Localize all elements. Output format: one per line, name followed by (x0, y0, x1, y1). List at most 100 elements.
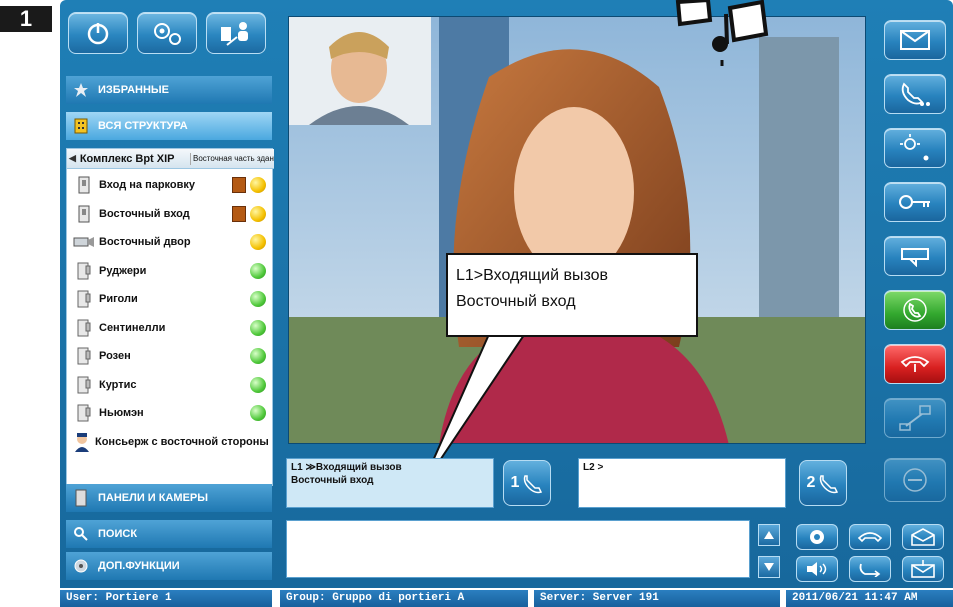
handset-icon (820, 475, 839, 494)
status-indicator (250, 177, 266, 193)
monitor-button[interactable] (884, 236, 946, 276)
redial-icon (859, 563, 881, 577)
line2-number: 2 (806, 474, 816, 491)
camera-call-icon (901, 248, 929, 267)
volume-button[interactable] (796, 556, 838, 582)
line1-display[interactable]: L1 ≫Входящий вызов Восточный вход (286, 458, 494, 508)
status-group: Group: Gruppo di portieri A (280, 590, 528, 607)
tooltip-line-1: L1>Входящий вызов (456, 267, 609, 284)
list-item[interactable]: Консьерж с восточной стороны (67, 428, 274, 456)
message-area[interactable] (286, 520, 750, 578)
line2-answer-button[interactable]: 2 (799, 460, 847, 506)
apartment-icon (73, 288, 95, 310)
gear-icon (154, 23, 181, 45)
hold-button[interactable] (849, 524, 891, 550)
transfer-button[interactable] (884, 398, 946, 438)
line1-number: 1 (510, 474, 520, 491)
answer-call-button[interactable] (884, 290, 946, 330)
door-panel-icon (73, 203, 95, 225)
back-arrow-icon[interactable]: ◀ (67, 153, 78, 164)
list-item-label: Куртис (99, 378, 137, 391)
mail-read-button[interactable] (902, 524, 944, 550)
handset-down-icon (857, 532, 883, 543)
door-panel-icon (73, 174, 95, 196)
tooltip-line-2: Восточный вход (456, 293, 576, 310)
step-badge: 1 (0, 6, 52, 32)
hangup-call-button[interactable] (884, 344, 946, 384)
arrow-down-icon (764, 563, 774, 571)
redial-button[interactable] (849, 556, 891, 582)
door-icon[interactable] (232, 177, 246, 193)
light-icon (900, 134, 929, 161)
concierge-icon (73, 431, 91, 453)
list-item-label: Консьерж с восточной стороны (95, 435, 269, 448)
functions-icon (72, 557, 90, 575)
favorites-section[interactable]: ИЗБРАННЫЕ (66, 76, 272, 104)
scroll-down-button[interactable] (758, 556, 780, 578)
door-icon[interactable] (232, 205, 246, 222)
apartment-icon (73, 345, 95, 367)
status-user: User: Portiere 1 (60, 590, 272, 607)
apartment-icon (73, 260, 95, 282)
power-icon (87, 23, 109, 45)
list-item[interactable]: Восточный двор (67, 228, 274, 256)
list-item-label: Ньюмэн (99, 407, 144, 419)
status-indicator (250, 348, 266, 364)
breadcrumb: ◀ Комплекс Bpt XIP Восточная часть здани… (67, 149, 274, 169)
status-indicator (250, 376, 266, 393)
list-item-label: Восточный двор (99, 236, 191, 248)
line2-display[interactable]: L2 > (578, 458, 786, 508)
power-button[interactable] (68, 12, 128, 54)
mail-send-button[interactable] (902, 556, 944, 582)
call-forward-button[interactable] (884, 74, 946, 114)
search-section[interactable]: ПОИСК (66, 520, 272, 548)
list-item[interactable]: Куртис (67, 371, 274, 399)
key-icon (899, 195, 930, 209)
breadcrumb-main[interactable]: Комплекс Bpt XIP (78, 152, 191, 165)
extra-functions-section[interactable]: ДОП.ФУНКЦИИ (66, 552, 272, 580)
breadcrumb-sub[interactable]: Восточная часть здания (191, 154, 274, 163)
status-server: Server: Server 191 (534, 590, 780, 607)
list-item[interactable]: Сентинелли (67, 314, 274, 342)
list-item[interactable]: Розен (67, 342, 274, 370)
navigate-button[interactable] (796, 524, 838, 550)
navigate-icon (810, 530, 824, 544)
status-indicator (250, 262, 266, 279)
list-item[interactable]: Руджери (67, 257, 274, 285)
transfer-icon (899, 405, 931, 431)
structure-section[interactable]: ВСЯ СТРУКТУРА (66, 112, 272, 140)
apartment-icon (73, 402, 95, 424)
structure-list: ◀ Комплекс Bpt XIP Восточная часть здани… (66, 148, 274, 486)
panels-label: ПАНЕЛИ И КАМЕРЫ (98, 492, 209, 504)
transfer-user-button[interactable] (206, 12, 266, 54)
list-item-label: Руджери (99, 264, 147, 277)
door-open-button[interactable] (884, 182, 946, 222)
phone-hangup-icon (900, 356, 930, 372)
light-button[interactable] (884, 128, 946, 168)
scroll-up-button[interactable] (758, 524, 780, 546)
panel-icon (72, 489, 90, 507)
status-indicator (250, 291, 266, 307)
structure-label: ВСЯ СТРУКТУРА (98, 120, 188, 132)
search-label: ПОИСК (98, 528, 138, 540)
list-item-label: Вход на парковку (99, 179, 196, 191)
list-item[interactable]: Восточный вход (67, 200, 274, 228)
list-item[interactable]: Ньюмэн (67, 399, 274, 427)
list-item-label: Восточный вход (99, 207, 190, 220)
conference-button[interactable] (884, 458, 946, 502)
settings-button[interactable] (137, 12, 197, 54)
status-indicator (250, 319, 266, 336)
message-button[interactable] (884, 20, 946, 60)
status-indicator (250, 205, 266, 222)
apartment-icon (73, 374, 95, 396)
status-indicator (250, 405, 266, 421)
list-item-label: Розен (99, 350, 131, 362)
panels-section[interactable]: ПАНЕЛИ И КАМЕРЫ (66, 484, 272, 512)
phone-forward-icon (901, 82, 930, 106)
handset-icon (524, 475, 543, 494)
line1-answer-button[interactable]: 1 (503, 460, 551, 506)
list-item[interactable]: Вход на парковку (67, 171, 274, 199)
video-feed (288, 16, 866, 444)
conference-icon (903, 468, 927, 492)
list-item[interactable]: Риголи (67, 285, 274, 313)
